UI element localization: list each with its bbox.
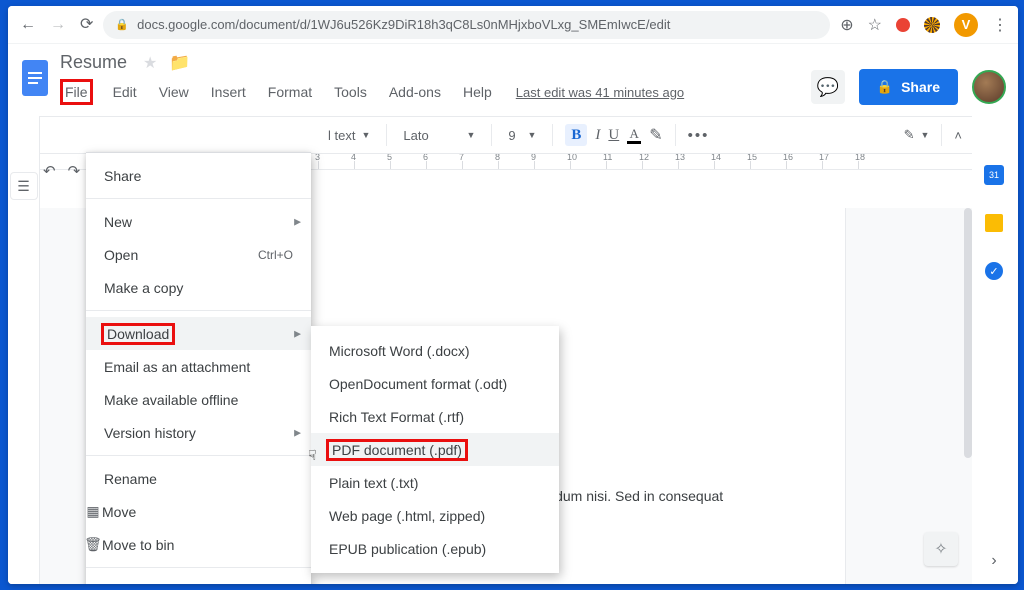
keep-addon-icon[interactable] <box>983 212 1005 234</box>
undo-icon[interactable]: ↶ <box>43 162 56 180</box>
menu-format[interactable]: Format <box>266 82 314 102</box>
download-rtf[interactable]: Rich Text Format (.rtf) <box>311 400 559 433</box>
text-color-button[interactable]: A <box>627 127 641 144</box>
download-odt[interactable]: OpenDocument format (.odt) <box>311 367 559 400</box>
download-docx[interactable]: Microsoft Word (.docx) <box>311 334 559 367</box>
share-lock-icon: 🔒 <box>877 79 893 95</box>
extension-red-icon[interactable] <box>896 18 910 32</box>
menu-view[interactable]: View <box>157 82 191 102</box>
account-avatar[interactable] <box>972 70 1006 104</box>
collapse-toolbar-icon[interactable]: ˄ <box>954 128 962 143</box>
lock-icon: 🔒 <box>115 18 129 31</box>
redo-icon[interactable]: ↷ <box>68 162 81 180</box>
menu-addons[interactable]: Add-ons <box>387 82 443 102</box>
toolbar-more-button[interactable]: ••• <box>688 127 710 144</box>
zoom-icon[interactable]: ⊕ <box>840 15 853 35</box>
paragraph-style-select[interactable]: l text▼ <box>324 126 374 145</box>
docs-logo-icon[interactable] <box>16 52 54 104</box>
vertical-scrollbar[interactable] <box>964 208 972 584</box>
share-button[interactable]: 🔒 Share <box>859 69 958 105</box>
file-menu-rename[interactable]: Rename <box>86 462 311 495</box>
underline-button[interactable]: U <box>608 127 619 144</box>
highlight-color-button[interactable]: ✎ <box>649 125 662 145</box>
document-outline-button[interactable]: ☰ <box>10 172 38 200</box>
menu-insert[interactable]: Insert <box>209 82 248 102</box>
download-pdf[interactable]: PDF document (.pdf) <box>311 433 559 466</box>
share-label: Share <box>901 79 940 95</box>
italic-button[interactable]: I <box>595 127 600 144</box>
nav-back-icon[interactable]: ← <box>20 17 36 33</box>
nav-forward-icon[interactable]: → <box>50 17 66 33</box>
cursor-pointer-icon: ☟ <box>308 447 317 464</box>
explore-button[interactable]: ✧ <box>924 532 958 566</box>
vertical-ruler[interactable] <box>8 200 39 584</box>
tasks-addon-icon[interactable]: ✓ <box>983 260 1005 282</box>
pencil-icon: ✎ <box>904 127 915 143</box>
file-menu-move[interactable]: ▦ Move <box>86 495 311 528</box>
font-family-select[interactable]: Lato▼ <box>399 126 479 145</box>
file-menu-move-to-bin[interactable]: 🗑 Move to bin <box>86 528 311 561</box>
file-menu-version-history[interactable]: Version history▶ <box>86 416 311 449</box>
menu-edit[interactable]: Edit <box>111 82 139 102</box>
side-panel-collapse-icon[interactable]: › <box>991 552 996 570</box>
file-menu-publish[interactable]: Publish to the web <box>86 574 311 584</box>
kebab-menu-icon[interactable]: ⋮ <box>992 15 1008 35</box>
file-menu-make-copy[interactable]: Make a copy <box>86 271 311 304</box>
omnibox[interactable]: 🔒 docs.google.com/document/d/1WJ6u526Kz9… <box>103 11 830 39</box>
nav-reload-icon[interactable]: ⟳ <box>80 17 93 33</box>
menu-tools[interactable]: Tools <box>332 82 369 102</box>
bookmark-star-icon[interactable]: ☆ <box>868 15 882 35</box>
url-text: docs.google.com/document/d/1WJ6u526Kz9Di… <box>137 17 670 32</box>
move-folder-icon[interactable]: 📁 <box>169 53 190 73</box>
comments-button[interactable]: 💬 <box>811 70 845 104</box>
bold-button[interactable]: B <box>565 124 587 146</box>
download-submenu: Microsoft Word (.docx) OpenDocument form… <box>311 326 559 573</box>
calendar-addon-icon[interactable]: 31 <box>983 164 1005 186</box>
download-html[interactable]: Web page (.html, zipped) <box>311 499 559 532</box>
file-menu-make-offline[interactable]: Make available offline <box>86 383 311 416</box>
menu-help[interactable]: Help <box>461 82 494 102</box>
profile-avatar[interactable]: V <box>954 13 978 37</box>
file-menu-dropdown: Share New▶ OpenCtrl+O Make a copy Downlo… <box>86 152 311 584</box>
extension-striped-icon[interactable] <box>924 17 940 33</box>
download-txt[interactable]: Plain text (.txt) <box>311 466 559 499</box>
file-menu-open[interactable]: OpenCtrl+O <box>86 238 311 271</box>
star-icon[interactable]: ★ <box>143 53 157 73</box>
document-title[interactable]: Resume <box>56 50 131 75</box>
file-menu-download[interactable]: Download▶ <box>86 317 311 350</box>
font-size-select[interactable]: 9▼ <box>504 126 540 145</box>
file-menu-new[interactable]: New▶ <box>86 205 311 238</box>
download-epub[interactable]: EPUB publication (.epub) <box>311 532 559 565</box>
editing-mode-button[interactable]: ✎▼ <box>904 127 930 143</box>
menu-file[interactable]: File <box>60 79 93 105</box>
file-menu-email-attachment[interactable]: Email as an attachment <box>86 350 311 383</box>
file-menu-share[interactable]: Share <box>86 159 311 192</box>
last-edit-link[interactable]: Last edit was 41 minutes ago <box>516 85 684 100</box>
